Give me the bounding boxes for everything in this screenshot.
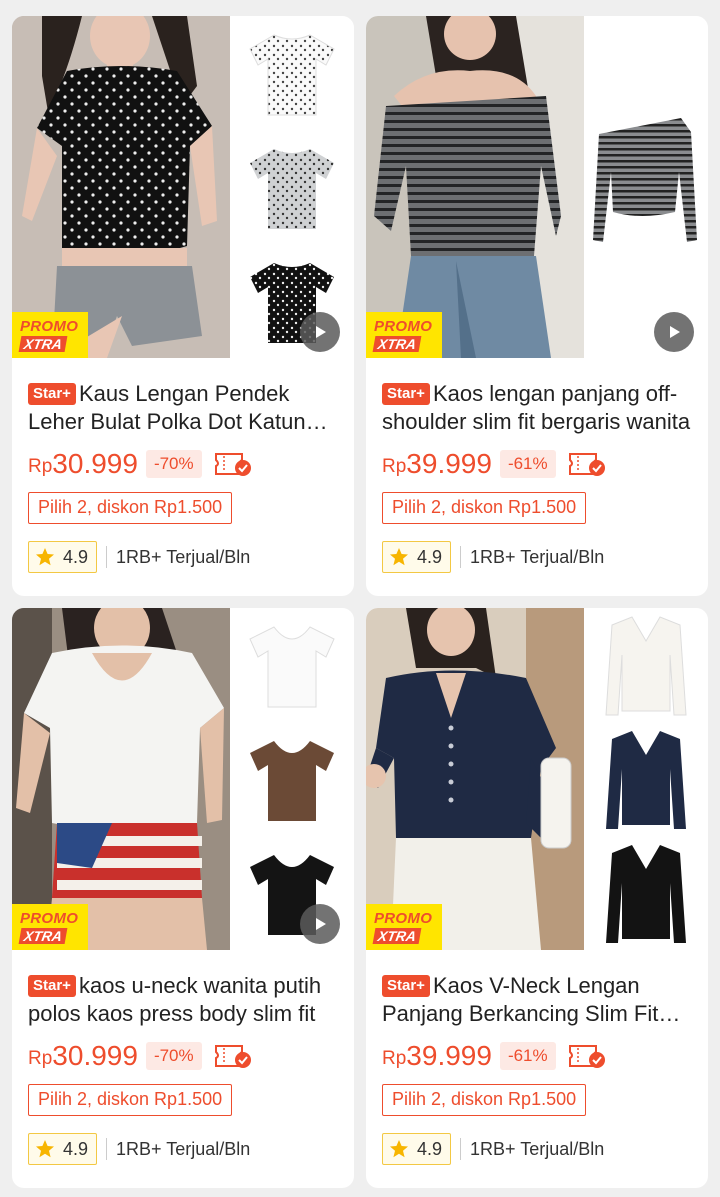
product-title[interactable]: Star+ Kaos lengan panjang off-shoulder sl… [382,380,698,436]
promo-xtra-label: PROMO XTRA [366,312,442,358]
rating-box: 4.9 [28,541,98,573]
variant-thumb-stripe[interactable] [584,16,708,358]
promo-line1: PROMO [374,909,433,927]
rating-row: 4.9 1RB+ Terjual/Bln [382,1132,604,1166]
voucher-icon [214,453,251,476]
voucher-icon [568,1045,605,1068]
rating-value: 4.9 [63,1138,89,1159]
bundle-offer-tag[interactable]: Pilih 2, diskon Rp1.500 [382,492,587,524]
product-card[interactable]: PROMO XTRA Star+ kaos u-neck wanita putih… [12,608,354,1188]
star-icon [390,1140,408,1158]
rating-value: 4.9 [417,546,443,567]
star-icon [36,1140,54,1158]
bundle-offer-tag[interactable]: Pilih 2, diskon Rp1.500 [382,1084,587,1116]
product-variant-thumbnails[interactable] [584,16,708,358]
price-amount: 39.999 [406,448,492,479]
star-plus-badge: Star+ [28,975,76,997]
promo-line2: XTRA [372,927,422,944]
price-row: Rp 39.999 -61% [382,1038,608,1074]
product-variant-thumbnails[interactable] [584,608,708,950]
play-icon[interactable] [654,312,694,352]
rating-row: 4.9 1RB+ Terjual/Bln [28,1132,250,1166]
discount-badge: -61% [499,1042,556,1070]
product-variant-thumbnails[interactable] [230,608,354,950]
price-row: Rp 30.999 -70% [28,1038,254,1074]
promo-xtra-label: PROMO XTRA [366,904,442,950]
promo-xtra-label: PROMO XTRA [12,312,88,358]
rating-row: 4.9 1RB+ Terjual/Bln [382,540,604,574]
product-title[interactable]: Star+ kaos u-neck wanita putih polos kaos… [28,972,344,1028]
divider [106,1138,108,1160]
product-card[interactable]: PROMO XTRA Star+ Kaus Lengan Pendek Leher… [12,16,354,596]
rating-box: 4.9 [28,1133,98,1165]
rating-value: 4.9 [63,546,89,567]
product-card[interactable]: PROMO XTRA Star+ Kaos lengan panjang off-… [366,16,708,596]
rating-box: 4.9 [382,541,452,573]
voucher-icon [568,453,605,476]
divider [460,546,462,568]
promo-line1: PROMO [374,317,433,335]
variant-thumb-grey[interactable] [230,130,354,244]
promo-line1: PROMO [20,317,79,335]
divider [106,546,108,568]
variant-thumb-white[interactable] [230,608,354,722]
product-main-image [12,608,230,950]
product-main-image [12,16,230,358]
sold-count: 1RB+ Terjual/Bln [116,1138,251,1159]
discount-badge: -61% [499,450,556,478]
bundle-offer-tag[interactable]: Pilih 2, diskon Rp1.500 [28,1084,233,1116]
price-currency: Rp [28,1048,53,1069]
bundle-offer-tag[interactable]: Pilih 2, diskon Rp1.500 [28,492,233,524]
star-icon [390,548,408,566]
discount-badge: -70% [145,1042,202,1070]
variant-thumb-black[interactable] [584,836,708,950]
sold-count: 1RB+ Terjual/Bln [116,546,251,567]
promo-line2: XTRA [18,927,68,944]
variant-thumb-white[interactable] [230,16,354,130]
sold-count: 1RB+ Terjual/Bln [470,546,605,567]
rating-row: 4.9 1RB+ Terjual/Bln [28,540,250,574]
product-main-image [366,608,584,950]
price-amount: 39.999 [406,1040,492,1071]
product-media[interactable]: PROMO XTRA [12,608,354,950]
product-media[interactable]: PROMO XTRA [366,16,708,358]
product-media[interactable]: PROMO XTRA [366,608,708,950]
price-currency: Rp [382,456,407,477]
star-icon [36,548,54,566]
price-amount: 30.999 [52,1040,138,1071]
price-currency: Rp [28,456,53,477]
promo-line1: PROMO [20,909,79,927]
promo-line2: XTRA [18,335,68,352]
promo-line2: XTRA [372,335,422,352]
variant-thumb-navy[interactable] [584,722,708,836]
star-plus-badge: Star+ [382,975,430,997]
rating-box: 4.9 [382,1133,452,1165]
product-title[interactable]: Star+ Kaus Lengan Pendek Leher Bulat Polk… [28,380,344,436]
promo-xtra-label: PROMO XTRA [12,904,88,950]
product-media[interactable]: PROMO XTRA [12,16,354,358]
star-plus-badge: Star+ [28,383,76,405]
play-icon[interactable] [300,312,340,352]
price-row: Rp 30.999 -70% [28,446,254,482]
rating-value: 4.9 [417,1138,443,1159]
product-variant-thumbnails[interactable] [230,16,354,358]
star-plus-badge: Star+ [382,383,430,405]
price-amount: 30.999 [52,448,138,479]
variant-thumb-white[interactable] [584,608,708,722]
play-icon[interactable] [300,904,340,944]
sold-count: 1RB+ Terjual/Bln [470,1138,605,1159]
price-row: Rp 39.999 -61% [382,446,608,482]
variant-thumb-brown[interactable] [230,722,354,836]
product-card[interactable]: PROMO XTRA Star+ Kaos V-Neck Lengan Panja… [366,608,708,1188]
price-currency: Rp [382,1048,407,1069]
product-main-image [366,16,584,358]
discount-badge: -70% [145,450,202,478]
voucher-icon [214,1045,251,1068]
product-title[interactable]: Star+ Kaos V-Neck Lengan Panjang Berkanci… [382,972,698,1028]
divider [460,1138,462,1160]
